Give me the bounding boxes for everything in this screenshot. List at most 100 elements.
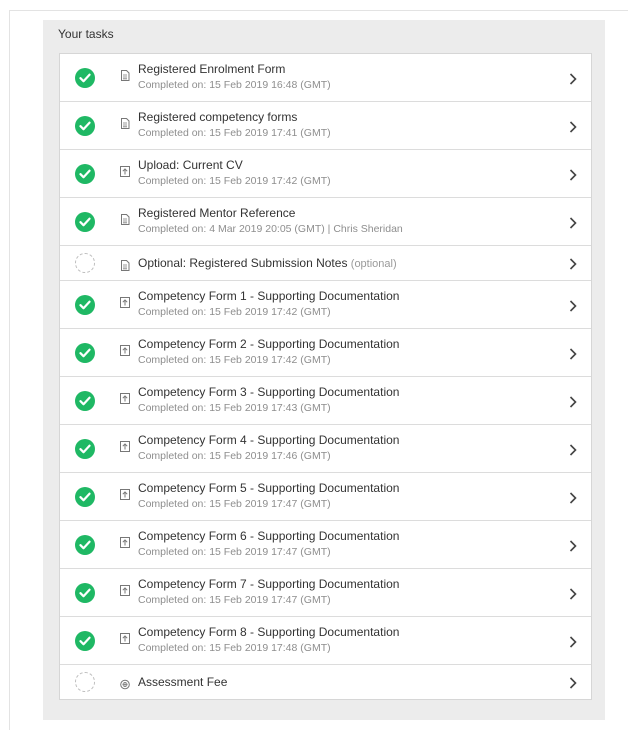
chevron-right-icon[interactable] [569,72,577,85]
completed-check-icon [75,582,95,603]
task-completion-date: Completed on: 15 Feb 2019 17:48 (GMT) [138,642,331,654]
task-text: Competency Form 1 - Supporting Documenta… [138,289,551,318]
chevron-right-icon[interactable] [569,120,577,133]
task-completion-date: Completed on: 15 Feb 2019 17:47 (GMT) [138,546,331,558]
upload-icon [120,391,130,404]
chevron-right-icon[interactable] [569,216,577,229]
task-title: Competency Form 7 - Supporting Documenta… [138,577,551,591]
task-completion-date: Completed on: 4 Mar 2019 20:05 (GMT) | C… [138,223,403,235]
task-text: Registered Mentor Reference Completed on:… [138,206,551,235]
task-title: Competency Form 8 - Supporting Documenta… [138,625,551,639]
form-icon [120,68,130,81]
task-title: Competency Form 4 - Supporting Documenta… [138,433,551,447]
task-title: Competency Form 2 - Supporting Documenta… [138,337,551,351]
upload-icon [120,487,130,500]
chevron-right-icon[interactable] [569,587,577,600]
completed-check-icon [75,390,95,411]
task-title-text: Registered competency forms [138,110,298,124]
upload-icon [120,343,130,356]
upload-icon [120,535,130,548]
task-title-text: Registered Enrolment Form [138,62,286,76]
task-title-text: Competency Form 8 - Supporting Documenta… [138,625,400,639]
task-text: Competency Form 2 - Supporting Documenta… [138,337,551,366]
task-title-text: Competency Form 1 - Supporting Documenta… [138,289,400,303]
task-title-text: Competency Form 5 - Supporting Documenta… [138,481,400,495]
completed-check-icon [75,211,95,232]
task-title-text: Assessment Fee [138,675,228,689]
chevron-right-icon[interactable] [569,168,577,181]
task-completion-date: Completed on: 15 Feb 2019 17:42 (GMT) [138,175,331,187]
task-row[interactable]: Optional: Registered Submission Notes (o… [60,246,591,281]
task-title: Competency Form 6 - Supporting Documenta… [138,529,551,543]
task-title: Competency Form 1 - Supporting Documenta… [138,289,551,303]
task-row[interactable]: Assessment Fee [60,665,591,699]
task-completion-date: Completed on: 15 Feb 2019 17:46 (GMT) [138,450,331,462]
completed-check-icon [75,486,95,507]
task-row[interactable]: Competency Form 1 - Supporting Documenta… [60,281,591,329]
task-completion-date: Completed on: 15 Feb 2019 17:42 (GMT) [138,354,331,366]
form-icon [120,258,130,271]
completed-check-icon [75,67,95,88]
form-icon [120,116,130,129]
task-row[interactable]: Registered Mentor Reference Completed on:… [60,198,591,246]
chevron-right-icon[interactable] [569,491,577,504]
task-title: Competency Form 3 - Supporting Documenta… [138,385,551,399]
task-row[interactable]: Registered Enrolment Form Completed on: 1… [60,54,591,102]
chevron-right-icon[interactable] [569,257,577,270]
completed-check-icon [75,630,95,651]
task-title-text: Competency Form 4 - Supporting Documenta… [138,433,400,447]
task-row[interactable]: Competency Form 6 - Supporting Documenta… [60,521,591,569]
task-row[interactable]: Competency Form 7 - Supporting Documenta… [60,569,591,617]
task-row[interactable]: Competency Form 8 - Supporting Documenta… [60,617,591,665]
task-title-text: Competency Form 7 - Supporting Documenta… [138,577,400,591]
task-row[interactable]: Competency Form 5 - Supporting Documenta… [60,473,591,521]
task-completion-date: Completed on: 15 Feb 2019 17:47 (GMT) [138,594,331,606]
task-completion-date: Completed on: 15 Feb 2019 16:48 (GMT) [138,79,331,91]
chevron-right-icon[interactable] [569,539,577,552]
task-row[interactable]: Registered competency forms Completed on:… [60,102,591,150]
upload-icon [120,164,130,177]
panel-title: Your tasks [58,27,114,41]
task-text: Competency Form 4 - Supporting Documenta… [138,433,551,462]
task-title: Assessment Fee [138,675,551,689]
task-row[interactable]: Competency Form 2 - Supporting Documenta… [60,329,591,377]
task-completion-date: Completed on: 15 Feb 2019 17:41 (GMT) [138,127,331,139]
task-text: Competency Form 5 - Supporting Documenta… [138,481,551,510]
optional-tag: (optional) [350,258,397,270]
upload-icon [120,583,130,596]
task-row[interactable]: Competency Form 4 - Supporting Documenta… [60,425,591,473]
task-text: Competency Form 8 - Supporting Documenta… [138,625,551,654]
task-list: Registered Enrolment Form Completed on: 1… [59,53,592,700]
chevron-right-icon[interactable] [569,635,577,648]
chevron-right-icon[interactable] [569,443,577,456]
chevron-right-icon[interactable] [569,395,577,408]
task-title-text: Optional: Registered Submission Notes [138,256,348,270]
pending-circle-icon [75,672,95,692]
completed-check-icon [75,115,95,136]
task-text: Competency Form 6 - Supporting Documenta… [138,529,551,558]
task-title-text: Competency Form 2 - Supporting Documenta… [138,337,400,351]
task-title-text: Competency Form 6 - Supporting Documenta… [138,529,400,543]
upload-icon [120,631,130,644]
chevron-right-icon[interactable] [569,299,577,312]
task-text: Upload: Current CV Completed on: 15 Feb 2… [138,158,551,187]
task-row[interactable]: Upload: Current CV Completed on: 15 Feb 2… [60,150,591,198]
task-completion-date: Completed on: 15 Feb 2019 17:43 (GMT) [138,402,331,414]
task-title: Optional: Registered Submission Notes (o… [138,256,551,270]
chevron-right-icon[interactable] [569,676,577,689]
chevron-right-icon[interactable] [569,347,577,360]
task-title: Competency Form 5 - Supporting Documenta… [138,481,551,495]
upload-icon [120,295,130,308]
completed-check-icon [75,534,95,555]
task-completion-date: Completed on: 15 Feb 2019 17:47 (GMT) [138,498,331,510]
task-title: Registered Mentor Reference [138,206,551,220]
task-text: Registered Enrolment Form Completed on: 1… [138,62,551,91]
upload-icon [120,439,130,452]
task-text: Competency Form 7 - Supporting Documenta… [138,577,551,606]
pending-circle-icon [75,253,95,273]
completed-check-icon [75,163,95,184]
task-title: Upload: Current CV [138,158,551,172]
task-title: Registered competency forms [138,110,551,124]
task-row[interactable]: Competency Form 3 - Supporting Documenta… [60,377,591,425]
form-icon [120,212,130,225]
